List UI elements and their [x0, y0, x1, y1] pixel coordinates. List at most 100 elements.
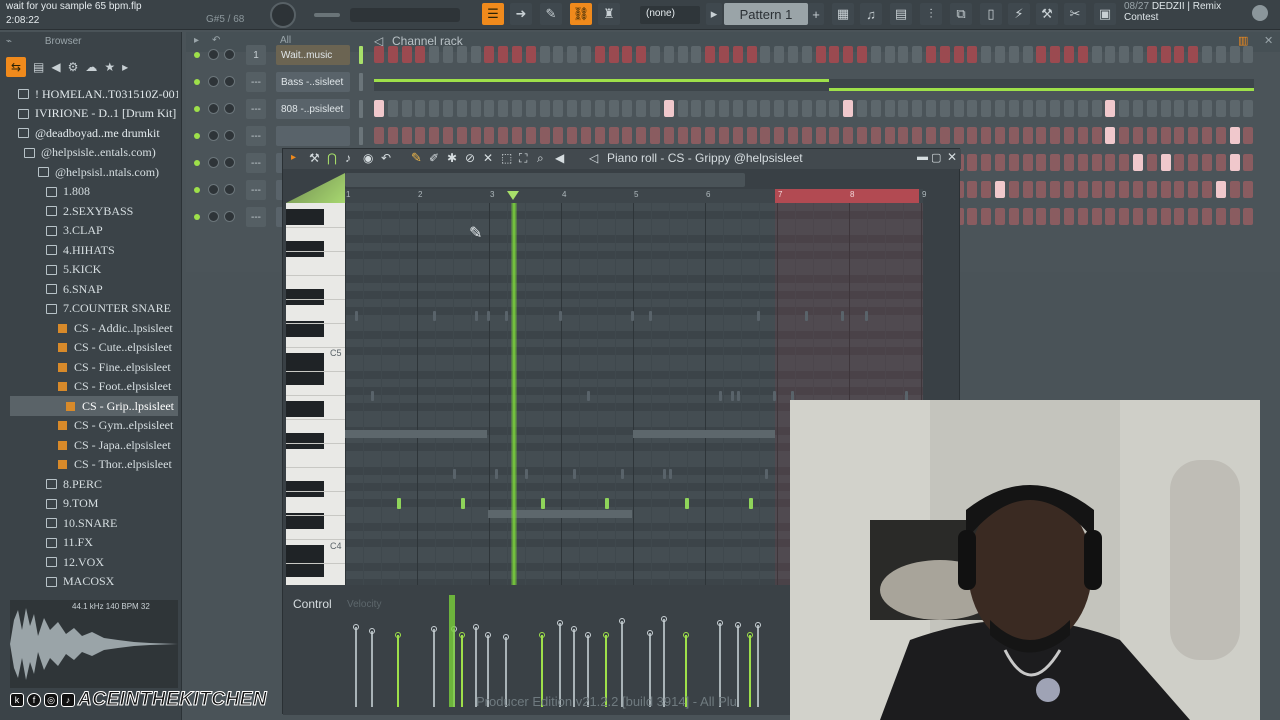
- step-button[interactable]: [1243, 127, 1254, 144]
- step-button[interactable]: [1119, 208, 1130, 225]
- step-button[interactable]: [746, 46, 757, 63]
- step-button[interactable]: [512, 46, 522, 63]
- pan-knob[interactable]: [208, 157, 219, 168]
- step-button[interactable]: [732, 100, 743, 117]
- pan-knob[interactable]: [208, 184, 219, 195]
- step-button[interactable]: [1174, 154, 1185, 171]
- step-button[interactable]: [884, 100, 895, 117]
- step-button[interactable]: [1077, 181, 1088, 198]
- step-button[interactable]: [926, 127, 936, 144]
- step-button[interactable]: [1119, 127, 1130, 144]
- channel-name-button[interactable]: [276, 126, 350, 146]
- step-button[interactable]: [1133, 181, 1143, 198]
- velocity-handle[interactable]: [395, 632, 401, 638]
- arrow-right-icon[interactable]: ➜: [510, 3, 532, 25]
- mixer-track-number[interactable]: ---: [246, 207, 266, 227]
- velocity-bar[interactable]: [747, 632, 753, 707]
- plugin-icon[interactable]: ⚙: [68, 60, 79, 74]
- step-button[interactable]: [1036, 100, 1047, 117]
- step-button[interactable]: [1008, 100, 1019, 117]
- pan-knob[interactable]: [208, 76, 219, 87]
- step-button[interactable]: [995, 181, 1005, 198]
- step-button[interactable]: [1105, 181, 1116, 198]
- step-button[interactable]: [470, 46, 481, 63]
- step-button[interactable]: [539, 127, 550, 144]
- step-button[interactable]: [829, 46, 840, 63]
- step-button[interactable]: [1119, 181, 1130, 198]
- step-button[interactable]: [1050, 154, 1061, 171]
- step-button[interactable]: [1188, 181, 1199, 198]
- step-button[interactable]: [1188, 208, 1199, 225]
- channel-name-button[interactable]: 808 -..psisleet: [276, 99, 350, 119]
- step-button[interactable]: [1064, 208, 1074, 225]
- step-button[interactable]: [1146, 208, 1157, 225]
- step-button[interactable]: [1091, 46, 1102, 63]
- step-button[interactable]: [512, 100, 522, 117]
- step-button[interactable]: [760, 46, 771, 63]
- step-button[interactable]: [705, 100, 716, 117]
- mute-icon[interactable]: ⊘: [465, 151, 475, 165]
- browser-item[interactable]: CS - Foot..elpsisleet: [10, 377, 178, 397]
- volume-knob[interactable]: [224, 211, 235, 222]
- step-button[interactable]: [1160, 154, 1171, 171]
- browser-item[interactable]: 2.SEXYBASS: [10, 201, 178, 221]
- step-button[interactable]: [1188, 46, 1199, 63]
- step-button[interactable]: [870, 46, 881, 63]
- step-button[interactable]: [1202, 181, 1212, 198]
- velocity-bar[interactable]: [431, 626, 437, 707]
- step-button[interactable]: [581, 100, 591, 117]
- step-button[interactable]: [1133, 46, 1143, 63]
- step-button[interactable]: [677, 127, 688, 144]
- step-button[interactable]: [1243, 181, 1254, 198]
- browser-item[interactable]: CS - Japa..elpsisleet: [10, 435, 178, 455]
- channel-row[interactable]: --- Bass -..sisleet: [186, 71, 1280, 95]
- velocity-handle[interactable]: [747, 632, 753, 638]
- velocity-bar[interactable]: [735, 622, 741, 707]
- step-button[interactable]: [1050, 208, 1061, 225]
- step-button[interactable]: [898, 100, 909, 117]
- black-key[interactable]: [286, 289, 324, 305]
- step-button[interactable]: [1243, 208, 1254, 225]
- pencil-icon[interactable]: ✎: [411, 150, 422, 166]
- step-button[interactable]: [374, 100, 384, 117]
- channel-select-indicator[interactable]: [359, 46, 363, 64]
- step-button[interactable]: [415, 100, 426, 117]
- step-button[interactable]: [498, 127, 509, 144]
- step-button[interactable]: [525, 100, 536, 117]
- step-button[interactable]: [1146, 127, 1157, 144]
- step-button[interactable]: [815, 100, 826, 117]
- step-button[interactable]: [939, 100, 950, 117]
- step-button[interactable]: [774, 127, 785, 144]
- velocity-handle[interactable]: [661, 616, 667, 622]
- step-button[interactable]: [1022, 100, 1033, 117]
- step-button[interactable]: [995, 100, 1005, 117]
- step-button[interactable]: [732, 127, 743, 144]
- step-button[interactable]: [1036, 46, 1047, 63]
- step-button[interactable]: [1160, 127, 1171, 144]
- step-button[interactable]: [691, 46, 702, 63]
- step-button[interactable]: [884, 46, 895, 63]
- step-button[interactable]: [746, 127, 757, 144]
- star-icon[interactable]: ★: [104, 60, 115, 74]
- piano-roll-icon[interactable]: ♫: [860, 3, 882, 25]
- step-button[interactable]: [1160, 46, 1171, 63]
- step-button[interactable]: [829, 100, 840, 117]
- velocity-handle[interactable]: [431, 626, 437, 632]
- arrow-icon[interactable]: ▸: [122, 60, 128, 74]
- step-button[interactable]: [553, 100, 564, 117]
- step-button[interactable]: [1077, 127, 1088, 144]
- step-button[interactable]: [1008, 46, 1019, 63]
- step-button[interactable]: [719, 127, 729, 144]
- step-button[interactable]: [1105, 127, 1116, 144]
- piano-keyboard[interactable]: C5 C4: [286, 203, 345, 585]
- velocity-handle[interactable]: [571, 626, 577, 632]
- step-button[interactable]: [1243, 46, 1254, 63]
- step-button[interactable]: [1229, 181, 1240, 198]
- velocity-handle[interactable]: [503, 634, 509, 640]
- step-button[interactable]: [1105, 208, 1116, 225]
- step-button[interactable]: [1188, 100, 1199, 117]
- mixer-track-number[interactable]: ---: [246, 99, 266, 119]
- pin-icon[interactable]: ⌁: [6, 36, 12, 47]
- step-button[interactable]: [594, 46, 605, 63]
- step-button[interactable]: [1146, 46, 1157, 63]
